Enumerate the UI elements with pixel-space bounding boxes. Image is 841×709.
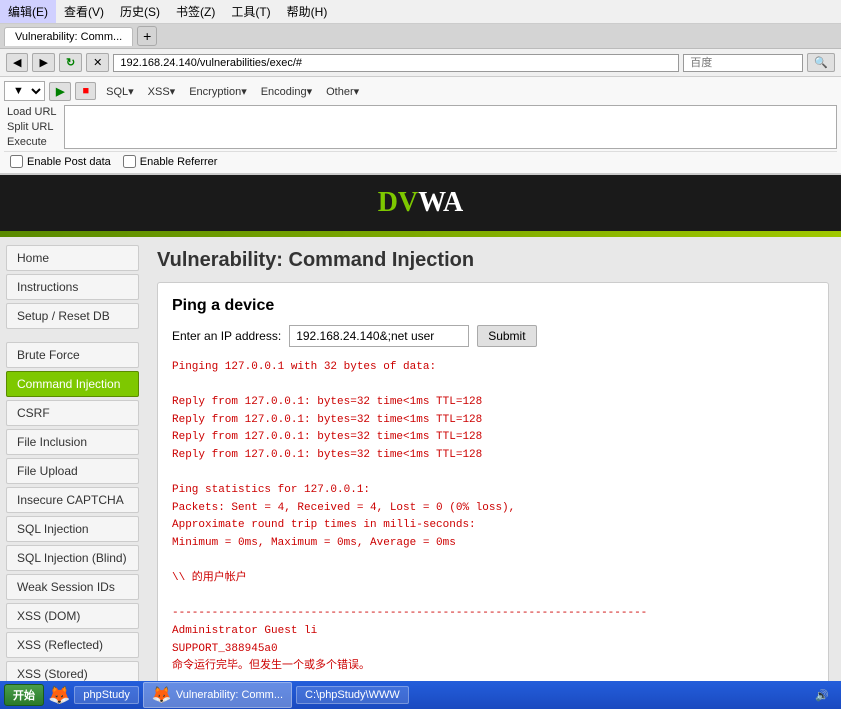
address-bar[interactable]: [113, 54, 679, 72]
hackbar-sql[interactable]: SQL▾: [100, 83, 140, 100]
ping-submit-button[interactable]: Submit: [477, 325, 536, 347]
sidebar-item-instructions[interactable]: Instructions: [6, 274, 139, 300]
sidebar-item-weak-session[interactable]: Weak Session IDs: [6, 574, 139, 600]
hackbar-nav: SQL▾ XSS▾ Encryption▾ Encoding▾ Other▾: [100, 83, 365, 100]
hackbar-top: ▼ ▶ ■ SQL▾ XSS▾ Encryption▾ Encoding▾ Ot…: [4, 79, 837, 103]
output-line10: Approximate round trip times in milli-se…: [172, 517, 814, 535]
taskbar-www-label: C:\phpStudy\WWW: [305, 689, 400, 701]
hackbar-mode-select[interactable]: ▼: [4, 81, 45, 101]
sidebar-item-command-injection[interactable]: Command Injection: [6, 371, 139, 397]
hackbar-encryption[interactable]: Encryption▾: [183, 83, 253, 100]
output-line15: ----------------------------------------…: [172, 605, 814, 623]
hackbar-url-input[interactable]: [64, 105, 837, 149]
reload-button[interactable]: ↻: [59, 53, 82, 72]
referrer-option[interactable]: Enable Referrer: [123, 155, 218, 168]
hackbar-go-btn[interactable]: ▶: [49, 82, 71, 101]
dvwa-container: DVWA Home Instructions Setup / Reset DB …: [0, 175, 841, 681]
menu-tools[interactable]: 工具(T): [223, 0, 278, 23]
referrer-checkbox[interactable]: [123, 155, 136, 168]
output-line5: Reply from 127.0.0.1: bytes=32 time<1ms …: [172, 429, 814, 447]
hackbar-stop-btn[interactable]: ■: [75, 82, 96, 100]
menu-bookmarks[interactable]: 书签(Z): [168, 0, 223, 23]
sidebar-item-insecure-captcha[interactable]: Insecure CAPTCHA: [6, 487, 139, 513]
ping-input[interactable]: [289, 325, 469, 347]
new-tab-button[interactable]: +: [137, 26, 157, 46]
start-button[interactable]: 开始: [4, 684, 44, 706]
dvwa-sidebar: Home Instructions Setup / Reset DB Brute…: [0, 237, 145, 681]
active-tab[interactable]: Vulnerability: Comm...: [4, 27, 133, 46]
output-line18: 命令运行完毕。但发生一个或多个错误。: [172, 658, 814, 676]
hackbar-other[interactable]: Other▾: [320, 83, 365, 100]
stop-button[interactable]: ✕: [86, 53, 109, 72]
hackbar-options: Enable Post data Enable Referrer: [4, 151, 837, 171]
hackbar-url-row: Load URL Split URL Execute: [4, 103, 837, 151]
sidebar-item-xss-reflected[interactable]: XSS (Reflected): [6, 632, 139, 658]
output-line1: Pinging 127.0.0.1 with 32 bytes of data:: [172, 359, 814, 377]
taskbar-clock: 🔊: [807, 689, 837, 702]
taskbar-item-phpstudy[interactable]: phpStudy: [74, 686, 138, 704]
menu-bar: 编辑(E) 查看(V) 历史(S) 书签(Z) 工具(T) 帮助(H): [0, 0, 841, 24]
page-title: Vulnerability: Command Injection: [157, 249, 829, 272]
sidebar-item-xss-dom[interactable]: XSS (DOM): [6, 603, 139, 629]
nav-bar: ◀ ▶ ↻ ✕ 🔍: [0, 49, 841, 77]
sidebar-item-csrf[interactable]: CSRF: [6, 400, 139, 426]
output-line4: Reply from 127.0.0.1: bytes=32 time<1ms …: [172, 412, 814, 430]
dvwa-body: Home Instructions Setup / Reset DB Brute…: [0, 237, 841, 681]
sidebar-divider: [6, 332, 139, 342]
taskbar-vulnerability-label: Vulnerability: Comm...: [176, 689, 283, 701]
dvwa-logo-dv: DV: [378, 187, 418, 218]
hackbar: ▼ ▶ ■ SQL▾ XSS▾ Encryption▾ Encoding▾ Ot…: [0, 77, 841, 175]
taskbar-item-vulnerability[interactable]: 🦊 Vulnerability: Comm...: [143, 682, 292, 708]
browser-frame: 编辑(E) 查看(V) 历史(S) 书签(Z) 工具(T) 帮助(H) Vuln…: [0, 0, 841, 709]
sidebar-item-file-inclusion[interactable]: File Inclusion: [6, 429, 139, 455]
ping-box: Ping a device Enter an IP address: Submi…: [157, 282, 829, 681]
menu-history[interactable]: 历史(S): [112, 0, 168, 23]
sidebar-item-file-upload[interactable]: File Upload: [6, 458, 139, 484]
hackbar-sidebar-btns: Load URL Split URL Execute: [4, 105, 60, 149]
menu-view[interactable]: 查看(V): [56, 0, 112, 23]
sidebar-item-sql-injection-blind[interactable]: SQL Injection (Blind): [6, 545, 139, 571]
menu-help[interactable]: 帮助(H): [279, 0, 336, 23]
dvwa-logo-wa: WA: [418, 187, 463, 218]
tab-bar: Vulnerability: Comm... +: [0, 24, 841, 49]
sidebar-item-setup[interactable]: Setup / Reset DB: [6, 303, 139, 329]
output-line13: \\ 的用户帐户: [172, 570, 814, 588]
hackbar-xss[interactable]: XSS▾: [142, 83, 182, 100]
dvwa-header: DVWA: [0, 175, 841, 231]
hackbar-encoding[interactable]: Encoding▾: [255, 83, 318, 100]
output-line16: Administrator Guest li: [172, 623, 814, 641]
ping-box-title: Ping a device: [172, 297, 814, 315]
sidebar-item-xss-stored[interactable]: XSS (Stored): [6, 661, 139, 681]
ping-label: Enter an IP address:: [172, 329, 281, 343]
dvwa-logo: DVWA: [378, 187, 464, 219]
output-line11: Minimum = 0ms, Maximum = 0ms, Average = …: [172, 535, 814, 553]
sidebar-item-home[interactable]: Home: [6, 245, 139, 271]
content-area: DVWA Home Instructions Setup / Reset DB …: [0, 175, 841, 681]
back-button[interactable]: ◀: [6, 53, 28, 72]
output-line3: Reply from 127.0.0.1: bytes=32 time<1ms …: [172, 394, 814, 412]
ping-form: Enter an IP address: Submit: [172, 325, 814, 347]
output-line6: Reply from 127.0.0.1: bytes=32 time<1ms …: [172, 447, 814, 465]
main-content: Vulnerability: Command Injection Ping a …: [145, 237, 841, 681]
sidebar-item-sql-injection[interactable]: SQL Injection: [6, 516, 139, 542]
split-url-btn[interactable]: Split URL: [4, 120, 60, 134]
post-data-checkbox[interactable]: [10, 155, 23, 168]
menu-edit[interactable]: 编辑(E): [0, 0, 56, 23]
search-button[interactable]: 🔍: [807, 53, 835, 72]
output-line8: Ping statistics for 127.0.0.1:: [172, 482, 814, 500]
sidebar-item-brute-force[interactable]: Brute Force: [6, 342, 139, 368]
taskbar-phpstudy-label: phpStudy: [83, 689, 129, 701]
taskbar-item-phpstudy-www[interactable]: C:\phpStudy\WWW: [296, 686, 409, 704]
output-line9: Packets: Sent = 4, Received = 4, Lost = …: [172, 500, 814, 518]
forward-button[interactable]: ▶: [32, 53, 54, 72]
execute-btn[interactable]: Execute: [4, 135, 60, 149]
ping-output: Pinging 127.0.0.1 with 32 bytes of data:…: [172, 359, 814, 676]
output-line17: SUPPORT_388945a0: [172, 641, 814, 659]
load-url-btn[interactable]: Load URL: [4, 105, 60, 119]
search-bar[interactable]: [683, 54, 803, 72]
post-data-option[interactable]: Enable Post data: [10, 155, 111, 168]
taskbar: 开始 🦊 phpStudy 🦊 Vulnerability: Comm... C…: [0, 681, 841, 709]
